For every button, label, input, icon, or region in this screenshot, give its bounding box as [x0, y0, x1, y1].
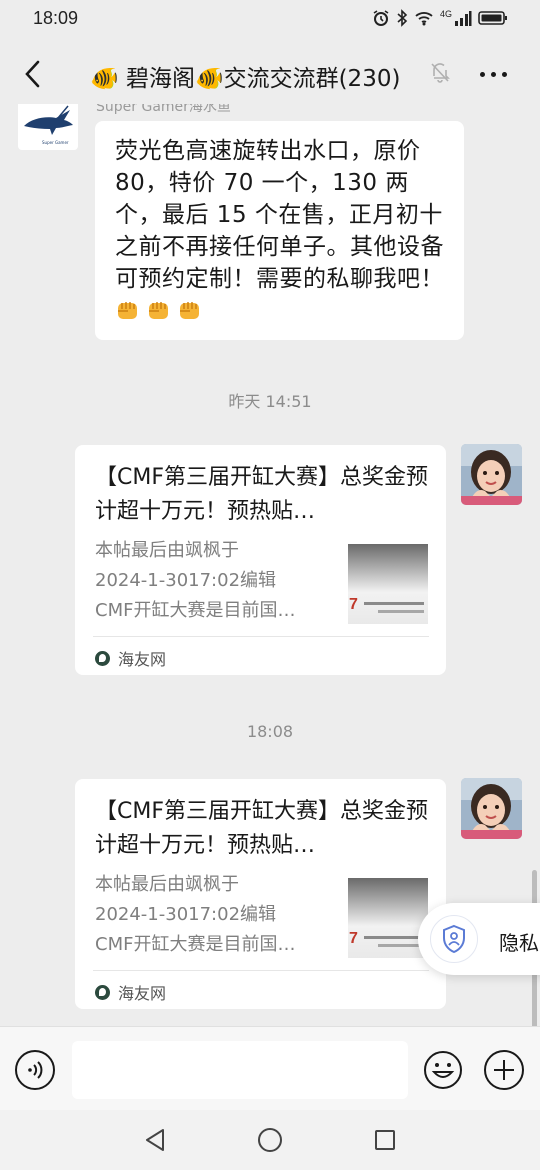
privacy-label: 隐私: [499, 931, 539, 955]
fist-icon: [115, 297, 140, 322]
card-desc-line: CMF开缸大赛是目前国…: [95, 600, 296, 621]
wifi-icon: [415, 12, 433, 26]
marlin-logo-icon: Super Gamer: [24, 105, 73, 145]
signal-icon: [455, 11, 472, 26]
card-title: 【CMF第三届开缸大赛】总奖金预计超十万元！预热贴…: [95, 465, 428, 524]
chevron-left-icon: [25, 60, 40, 88]
card-divider: [93, 970, 429, 971]
voice-icon: [28, 1061, 43, 1079]
source-logo-icon: [95, 650, 110, 666]
card-desc-line: 本帖最后由飒枫于: [95, 540, 239, 561]
link-card[interactable]: 【CMF第三届开缸大赛】总奖金预计超十万元！预热贴… 本帖最后由飒枫于 2024…: [75, 779, 446, 1009]
more-dot: [491, 72, 496, 77]
circle-home-icon[interactable]: [258, 1128, 282, 1152]
message-list[interactable]: Super Gamer Super Gamer海水鱼 荧光色高速旋转出水口，原价…: [0, 104, 540, 1026]
thumb-text: 7: [349, 596, 358, 613]
sender-name: Super Gamer海水鱼: [96, 104, 231, 115]
card-desc-line: CMF开缸大赛是目前国…: [95, 934, 296, 955]
card-desc-line: 2024-1-3017:02编辑: [95, 570, 277, 591]
status-icons: 4G: [372, 9, 508, 27]
card-desc-line: 本帖最后由飒枫于: [95, 874, 239, 895]
source-logo-icon: [95, 984, 110, 1000]
plus-button[interactable]: [484, 1050, 524, 1090]
privacy-pill[interactable]: 隐私: [418, 903, 540, 975]
shield-person-icon: [430, 915, 478, 963]
thumb-line: [364, 936, 424, 939]
card-desc-line: 2024-1-3017:02编辑: [95, 904, 277, 925]
mute-indicator: [430, 61, 450, 87]
status-bar: 18:09 4G: [0, 0, 540, 38]
status-time: 18:09: [33, 8, 79, 28]
card-description: 本帖最后由飒枫于 2024-1-3017:02编辑 CMF开缸大赛是目前国…: [95, 536, 335, 626]
back-button[interactable]: [18, 56, 50, 92]
avatar-logo-text: Super Gamer: [42, 140, 69, 145]
chat-title: 🐠 碧海阁🐠交流交流群(230): [90, 66, 401, 92]
sender-avatar[interactable]: Super Gamer: [18, 104, 78, 150]
thumb-line: [378, 944, 424, 947]
chat-header: 🐠 碧海阁🐠交流交流群(230): [0, 44, 540, 104]
network-label: 4G: [439, 9, 452, 19]
emoji-button[interactable]: [423, 1050, 463, 1090]
card-thumbnail: 7: [348, 544, 428, 624]
girl-photo-avatar-icon: [461, 444, 522, 505]
thumb-line: [364, 602, 424, 605]
message-timestamp: 昨天 14:51: [228, 392, 312, 411]
smiley-icon: [424, 1051, 462, 1089]
source-name: 海友网: [118, 984, 167, 1003]
message-text: 荧光色高速旋转出水口，原价80，特价 70 一个，130 两个，最后 15 个在…: [115, 138, 444, 292]
girl-photo-avatar-icon: [461, 778, 522, 839]
my-avatar[interactable]: [461, 444, 522, 505]
link-card[interactable]: 【CMF第三届开缸大赛】总奖金预计超十万元！预热贴… 本帖最后由飒枫于 2024…: [75, 445, 446, 675]
square-recent-icon[interactable]: [375, 1130, 395, 1150]
more-dot: [480, 72, 485, 77]
more-dot: [502, 72, 507, 77]
fist-icon: [146, 297, 171, 322]
message-bubble[interactable]: 荧光色高速旋转出水口，原价80，特价 70 一个，130 两个，最后 15 个在…: [95, 121, 464, 340]
card-source: 海友网: [95, 646, 166, 670]
card-title: 【CMF第三届开缸大赛】总奖金预计超十万元！预热贴…: [95, 799, 428, 858]
emoji-row: [115, 297, 446, 322]
bell-off-icon: [431, 63, 450, 83]
bluetooth-icon: [397, 9, 408, 27]
message-timestamp: 18:08: [246, 722, 294, 741]
system-nav-bar: [0, 1110, 540, 1170]
source-name: 海友网: [118, 650, 167, 669]
triangle-back-icon[interactable]: [143, 1128, 167, 1152]
alarm-icon: [373, 10, 389, 26]
thumb-text: 7: [349, 930, 358, 947]
my-avatar[interactable]: [461, 778, 522, 839]
card-description: 本帖最后由飒枫于 2024-1-3017:02编辑 CMF开缸大赛是目前国…: [95, 870, 335, 960]
message-input[interactable]: [72, 1041, 408, 1099]
input-bar: [0, 1026, 540, 1110]
fist-icon: [177, 297, 202, 322]
card-thumbnail: 7: [348, 878, 428, 958]
voice-button[interactable]: [15, 1050, 55, 1090]
battery-icon: [478, 11, 507, 25]
card-divider: [93, 636, 429, 637]
card-source: 海友网: [95, 980, 166, 1004]
thumb-line: [378, 610, 424, 613]
more-options-button[interactable]: [480, 72, 507, 77]
